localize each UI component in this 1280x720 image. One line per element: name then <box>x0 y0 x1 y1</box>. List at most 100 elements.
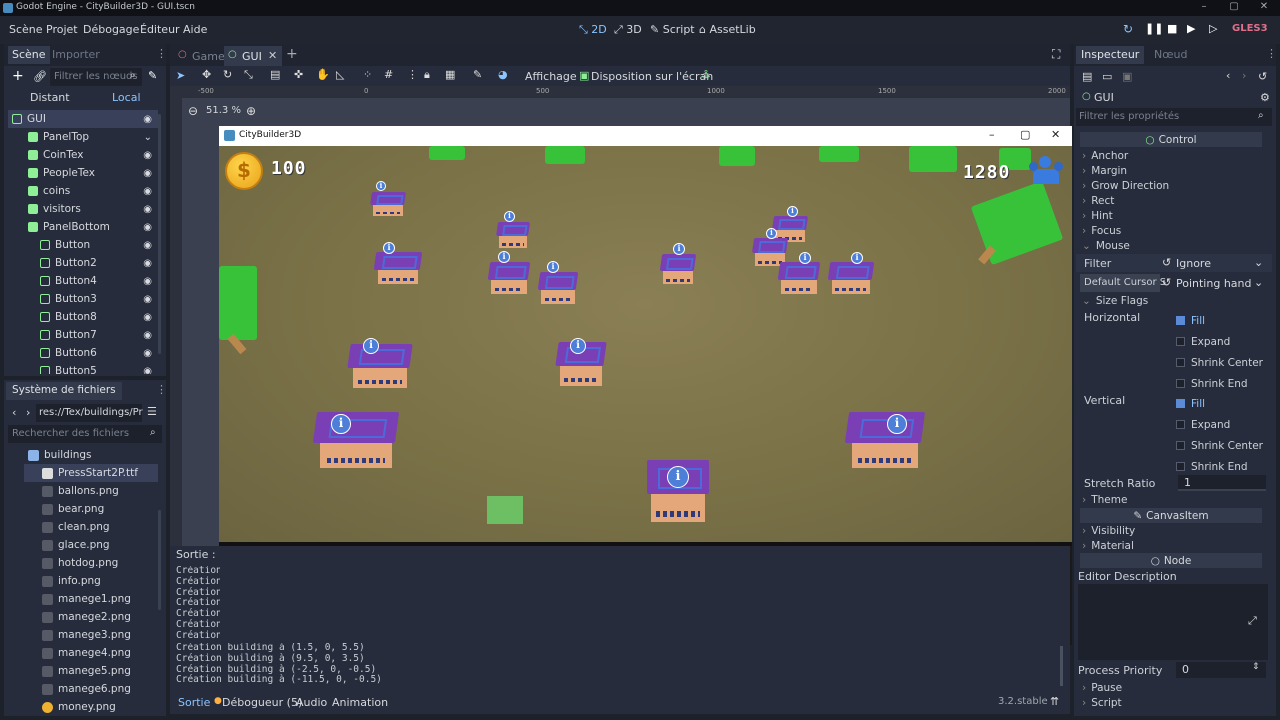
tab-game[interactable]: ○ Game <box>174 46 225 66</box>
visibility-eye-icon[interactable]: ◉ <box>143 330 152 341</box>
info-icon[interactable]: i <box>766 228 777 239</box>
close-icon[interactable]: ✕ <box>1256 1 1272 12</box>
lock-icon[interactable]: 🔒︎ <box>424 68 430 82</box>
menu-editor[interactable]: Éditeur <box>140 23 180 36</box>
remote-toggle[interactable]: Distant <box>30 91 70 104</box>
revert-icon[interactable]: ↺ <box>1162 256 1171 269</box>
zoom-level[interactable]: 51.3 % <box>206 105 241 116</box>
visibility-eye-icon[interactable]: ◉ <box>143 276 152 287</box>
play-scene-icon[interactable]: ▶ <box>1187 22 1195 35</box>
filter-properties-input[interactable]: Filtrer les propriétés ⌕ <box>1076 108 1272 126</box>
new-resource-icon[interactable]: ▤ <box>1082 70 1092 83</box>
group-material[interactable]: › Material <box>1082 538 1134 553</box>
v-flag-shrink-end[interactable]: Shrink End <box>1176 456 1266 477</box>
output-scrollbar[interactable] <box>1060 646 1063 686</box>
group-script[interactable]: › Script <box>1082 695 1122 710</box>
visibility-eye-icon[interactable]: ◉ <box>143 222 152 233</box>
menu-project[interactable]: Projet <box>46 23 78 36</box>
visibility-eye-icon[interactable]: ◉ <box>143 204 152 215</box>
info-icon[interactable]: i <box>363 338 379 354</box>
group-theme[interactable]: › Theme <box>1082 492 1127 507</box>
ruler-tool-icon[interactable]: ▤ <box>270 68 280 81</box>
fs-file-item[interactable]: manege6.png <box>24 680 158 698</box>
view-menu[interactable]: Affichage <box>525 70 577 83</box>
scene-tree-item[interactable]: PanelBottom ◉ <box>8 218 158 236</box>
game-minimize-icon[interactable]: – <box>989 128 995 141</box>
stretch-ratio-field[interactable]: 1 <box>1178 475 1266 491</box>
history-back-icon[interactable]: ‹ <box>1226 69 1230 82</box>
building[interactable] <box>373 252 423 284</box>
default-cursor-dropdown[interactable]: ↺ Pointing hand ⌄ <box>1160 274 1266 292</box>
editor-description-field[interactable]: ⤢ <box>1078 584 1268 660</box>
rotate-tool-icon[interactable]: ↻ <box>223 68 232 81</box>
visibility-eye-icon[interactable]: ◉ <box>143 186 152 197</box>
group-pause[interactable]: › Pause <box>1082 680 1122 695</box>
mouse-filter-dropdown[interactable]: ↺ Ignore ⌄ <box>1160 254 1266 272</box>
info-icon[interactable]: i <box>570 338 586 354</box>
scene-tree-item[interactable]: Button8 ◉ <box>8 308 158 326</box>
tab-node[interactable]: Nœud <box>1154 48 1187 61</box>
fs-file-item[interactable]: PressStart2P.ttf <box>24 464 158 482</box>
renderer-label[interactable]: GLES3 <box>1232 23 1268 34</box>
fs-file-item[interactable]: glace.png <box>24 536 158 554</box>
visibility-eye-icon[interactable]: ◉ <box>143 168 152 179</box>
add-tab-icon[interactable]: + <box>286 46 298 62</box>
visibility-eye-icon[interactable]: ◉ <box>143 366 152 375</box>
h-flag-expand[interactable]: Expand <box>1176 331 1266 352</box>
mode-script-button[interactable]: ✎ Script <box>650 23 695 36</box>
h-flag-fill[interactable]: Fill <box>1176 310 1266 331</box>
fs-file-item[interactable]: money.png <box>24 698 158 716</box>
split-view-icon[interactable]: ☰ <box>147 405 157 418</box>
building[interactable] <box>537 272 579 304</box>
fs-file-item[interactable]: bear.png <box>24 500 158 518</box>
move-tool-icon[interactable]: ✥ <box>202 68 211 81</box>
zoom-out-icon[interactable]: ⊖ <box>188 104 198 118</box>
spinner-icon[interactable]: ⇕ <box>1252 662 1260 672</box>
snap-icon[interactable]: ⁘ <box>363 68 372 81</box>
fullscreen-icon[interactable]: ⛶ <box>1052 47 1060 62</box>
group-size-flags[interactable]: ⌄ Size Flags <box>1082 293 1148 308</box>
building[interactable] <box>827 262 875 294</box>
group-icon[interactable]: ▦ <box>445 68 455 81</box>
group-anchor[interactable]: › Anchor <box>1082 148 1262 163</box>
v-flag-expand[interactable]: Expand <box>1176 414 1266 435</box>
v-flag-fill[interactable]: Fill <box>1176 393 1266 414</box>
visibility-eye-icon[interactable]: ◉ <box>143 150 152 161</box>
save-resource-icon[interactable]: ▣ <box>1122 70 1132 83</box>
game-maximize-icon[interactable]: ▢ <box>1020 128 1030 141</box>
fs-file-item[interactable]: manege2.png <box>24 608 158 626</box>
info-icon[interactable]: i <box>787 206 798 217</box>
info-icon[interactable]: i <box>851 252 863 264</box>
fs-path-field[interactable]: res://Tex/buildings/Pr <box>36 404 143 422</box>
visibility-eye-icon[interactable]: ◉ <box>143 240 152 251</box>
building[interactable] <box>347 344 413 388</box>
scale-tool-icon[interactable]: ⤡ <box>244 68 253 82</box>
scene-tree-item[interactable]: CoinTex ◉ <box>8 146 158 164</box>
visibility-eye-icon[interactable]: ⌄ <box>144 132 152 143</box>
info-icon[interactable]: i <box>376 181 386 191</box>
building[interactable] <box>312 412 400 468</box>
layout-menu[interactable]: Disposition sur l'écran <box>591 70 713 83</box>
fs-scrollbar[interactable] <box>158 510 161 610</box>
object-history-icon[interactable]: ↺ <box>1258 70 1267 83</box>
anchor-icon[interactable]: ⚓︎ <box>701 68 711 81</box>
minimize-icon[interactable]: – <box>1196 1 1212 12</box>
scene-tree-item[interactable]: Button2 ◉ <box>8 254 158 272</box>
more-snap-icon[interactable]: ⋮ <box>407 68 418 81</box>
history-forward-icon[interactable]: › <box>1242 69 1246 82</box>
tab-output[interactable]: Sortie <box>178 696 210 709</box>
select-tool-icon[interactable]: ➤ <box>176 69 185 82</box>
script-icon[interactable]: ✎ <box>148 69 157 82</box>
mode-3d-button[interactable]: ⤢ 3D <box>614 23 642 37</box>
info-icon[interactable]: i <box>547 261 559 273</box>
v-flag-shrink-center[interactable]: Shrink Center <box>1176 435 1266 456</box>
group-focus[interactable]: › Focus <box>1082 223 1262 238</box>
fs-file-item[interactable]: manege3.png <box>24 626 158 644</box>
game-close-icon[interactable]: ✕ <box>1051 128 1060 141</box>
building[interactable] <box>487 262 531 294</box>
group-hint[interactable]: › Hint <box>1082 208 1262 223</box>
open-resource-icon[interactable]: ▭ <box>1102 70 1112 83</box>
bone-icon[interactable]: ✎ <box>473 68 482 81</box>
grid-snap-icon[interactable]: # <box>384 68 393 81</box>
node-settings-icon[interactable]: ⚙ <box>1260 91 1270 104</box>
